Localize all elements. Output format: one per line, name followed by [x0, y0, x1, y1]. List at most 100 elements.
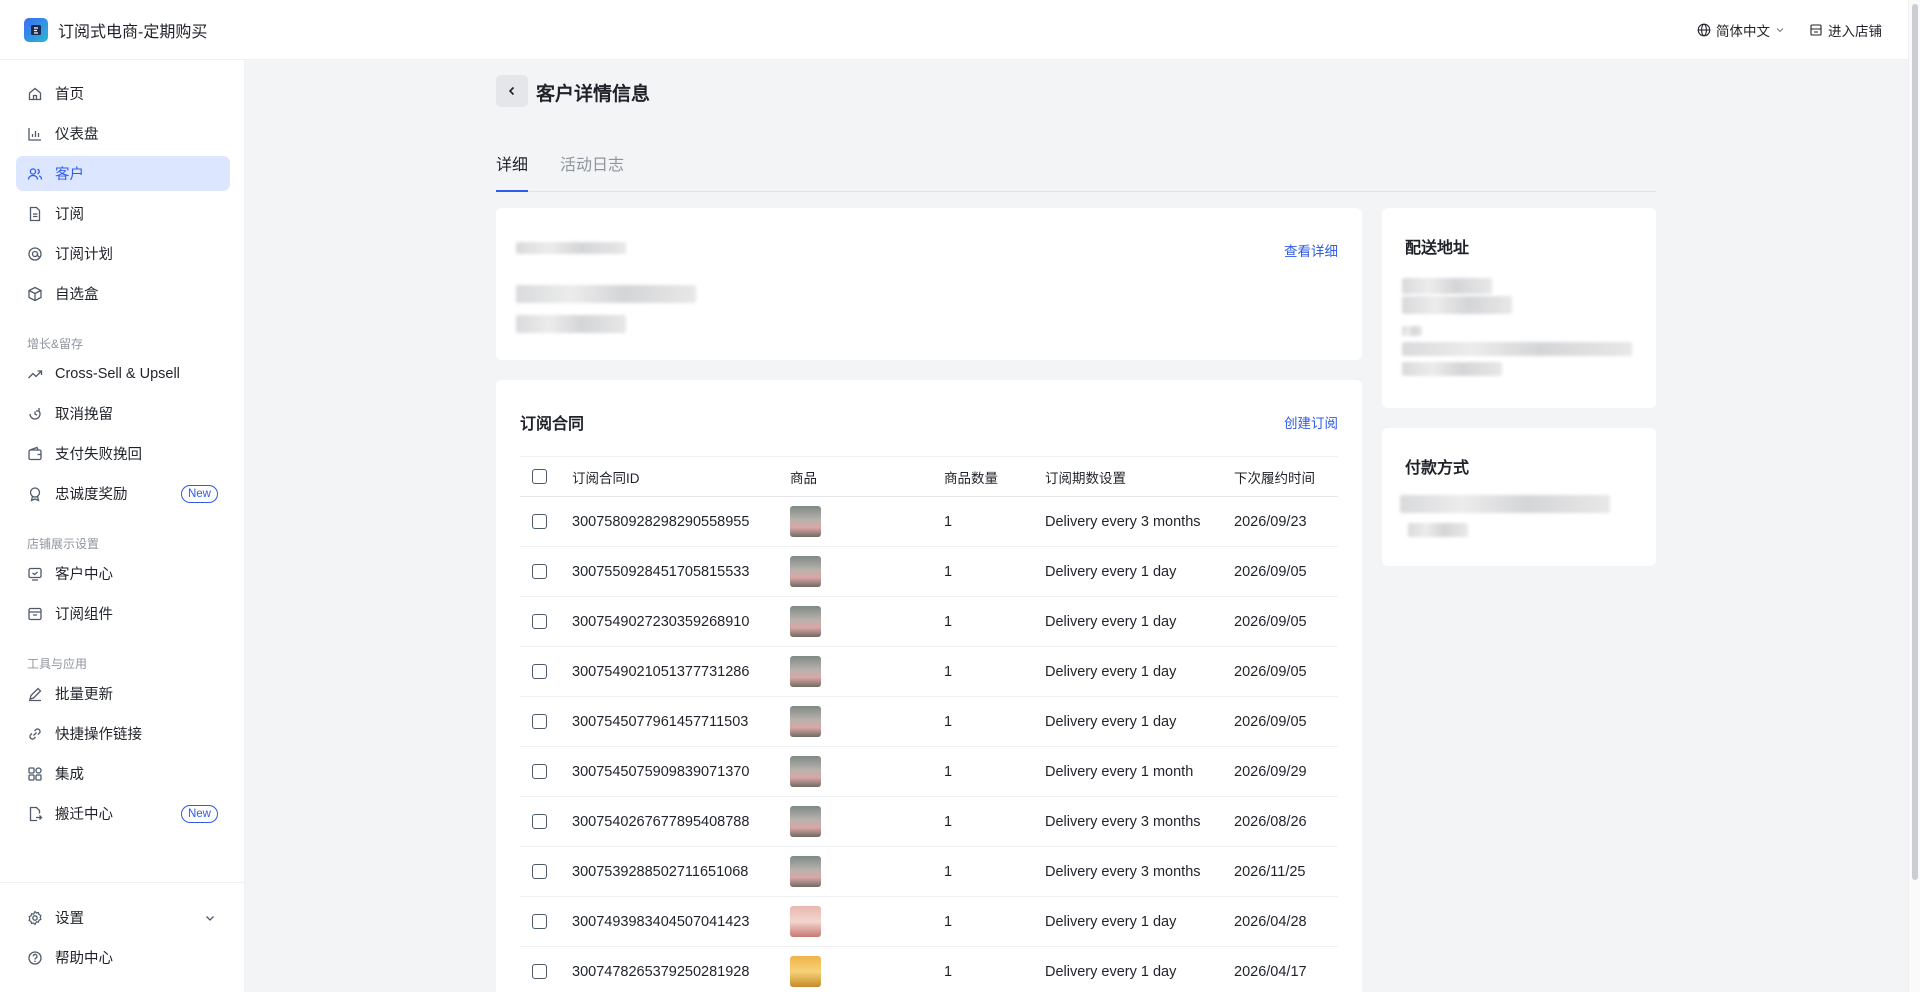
table-row[interactable]: 3007539288502711651068 1 Delivery every 3 … — [520, 846, 1338, 897]
row-checkbox[interactable] — [532, 964, 547, 980]
enter-store-label: 进入店铺 — [1828, 23, 1882, 39]
column-header-product: 商品 — [790, 456, 944, 497]
create-subscription-link[interactable]: 创建订阅 — [1284, 412, 1338, 432]
product-thumbnail — [790, 956, 821, 987]
contract-id-cell[interactable]: 3007478265379250281928 — [572, 946, 790, 992]
contract-id-cell[interactable]: 3007549027230359268910 — [572, 596, 790, 647]
sidebar-item-home[interactable]: 首页 — [16, 76, 230, 111]
sidebar-item-quick-links[interactable]: 快捷操作链接 — [16, 716, 230, 751]
contract-id-cell[interactable]: 3007545075909839071370 — [572, 746, 790, 797]
sidebar-item-label: 订阅计划 — [55, 247, 113, 263]
row-checkbox[interactable] — [532, 914, 547, 930]
award-icon — [29, 486, 41, 502]
sidebar-item-migration[interactable]: 搬迁中心 New — [16, 796, 230, 831]
table-row[interactable]: 3007580928298290558955 1 Delivery every 3 … — [520, 496, 1338, 547]
chevron-down-icon — [1776, 27, 1784, 32]
column-header-quantity: 商品数量 — [944, 456, 1045, 497]
sidebar-item-label: 帮助中心 — [55, 951, 113, 967]
table-row[interactable]: 3007478265379250281928 1 Delivery every 1 … — [520, 946, 1338, 992]
table-row[interactable]: 3007549027230359268910 1 Delivery every 1 … — [520, 596, 1338, 647]
row-checkbox[interactable] — [532, 714, 547, 730]
contract-id-cell[interactable]: 3007549021051377731286 — [572, 646, 790, 697]
apps-icon — [28, 766, 42, 781]
chevron-down-icon — [206, 915, 214, 921]
store-icon — [1810, 23, 1822, 36]
chevron-left-icon — [508, 86, 515, 96]
page-title: 客户详情信息 — [536, 84, 651, 105]
customer-info-card: 查看详细 — [496, 208, 1362, 360]
product-thumbnail — [790, 606, 821, 637]
row-checkbox[interactable] — [532, 814, 547, 830]
back-button[interactable] — [496, 75, 528, 107]
sidebar-item-customers[interactable]: 客户 — [16, 156, 230, 191]
sidebar-item-label: Cross-Sell & Upsell — [55, 365, 180, 382]
page-scrollbar[interactable] — [1908, 0, 1920, 992]
row-checkbox[interactable] — [532, 614, 547, 630]
sidebar-item-customer-portal[interactable]: 客户中心 — [16, 556, 230, 591]
row-checkbox[interactable] — [532, 564, 547, 580]
sidebar-item-label: 忠诚度奖励 — [55, 487, 128, 503]
sidebar-item-loyalty[interactable]: 忠诚度奖励 New — [16, 476, 230, 511]
table-row[interactable]: 3007545075909839071370 1 Delivery every 1 … — [520, 746, 1338, 797]
app-title: 订阅式电商-定期购买 — [58, 23, 208, 41]
sidebar-item-label: 取消挽留 — [55, 407, 113, 423]
sidebar-item-subscription-widget[interactable]: 订阅组件 — [16, 596, 230, 631]
contract-id-cell[interactable]: 3007540267677895408788 — [572, 796, 790, 847]
contract-id-cell[interactable]: 3007493983404507041423 — [572, 896, 790, 947]
table-row[interactable]: 3007493983404507041423 1 Delivery every 1 … — [520, 896, 1338, 947]
view-details-link[interactable]: 查看详细 — [1284, 240, 1338, 260]
product-thumbnail — [790, 906, 821, 937]
sidebar-item-settings[interactable]: 设置 — [16, 900, 230, 935]
tab-details[interactable]: 详细 — [496, 150, 529, 192]
plan-cell: Delivery every 1 day — [1045, 546, 1234, 597]
sidebar-item-custom-box[interactable]: 自选盒 — [16, 276, 230, 311]
sidebar-item-subscription-plans[interactable]: 订阅计划 — [16, 236, 230, 271]
migrate-icon — [29, 806, 43, 821]
table-row[interactable]: 3007540267677895408788 1 Delivery every 3 … — [520, 796, 1338, 847]
plan-icon — [28, 246, 42, 261]
sidebar-item-integrations[interactable]: 集成 — [16, 756, 230, 791]
quantity-cell: 1 — [944, 896, 1045, 947]
row-checkbox[interactable] — [532, 764, 547, 780]
enter-store-button[interactable]: 进入店铺 — [1809, 20, 1882, 40]
redacted-address-line — [1402, 278, 1492, 294]
sidebar-item-cancel-retention[interactable]: 取消挽留 — [16, 396, 230, 431]
table-row[interactable]: 3007545077961457711503 1 Delivery every 1 … — [520, 696, 1338, 747]
new-badge: New — [180, 484, 218, 503]
sidebar-item-payment-recovery[interactable]: 支付失败挽回 — [16, 436, 230, 471]
sidebar-item-dashboard[interactable]: 仪表盘 — [16, 116, 230, 151]
redacted-address-line — [1402, 296, 1512, 314]
table-row[interactable]: 3007550928451705815533 1 Delivery every 1 … — [520, 546, 1338, 597]
language-selector[interactable]: 简体中文 — [1697, 20, 1785, 40]
quantity-cell: 1 — [944, 596, 1045, 647]
sidebar-item-subscriptions[interactable]: 订阅 — [16, 196, 230, 231]
select-all-checkbox[interactable] — [532, 469, 547, 485]
scrollbar-thumb[interactable] — [1912, 4, 1918, 880]
sidebar-item-cross-sell[interactable]: Cross-Sell & Upsell — [16, 356, 230, 391]
next-date-cell: 2026/09/05 — [1234, 546, 1338, 597]
top-bar: 订阅式电商-定期购买 简体中文 进入店铺 — [0, 0, 1908, 60]
product-thumbnail — [790, 556, 821, 587]
tab-activity-log[interactable]: 活动日志 — [560, 150, 624, 192]
subscription-contracts-card: 订阅合同 创建订阅 订阅合同ID 商品 商品数量 订阅期数设置 下次履约时间 3… — [496, 380, 1362, 992]
plan-cell: Delivery every 1 day — [1045, 946, 1234, 992]
sidebar-item-label: 订阅组件 — [55, 607, 113, 623]
box-icon — [28, 286, 42, 301]
quantity-cell: 1 — [944, 796, 1045, 847]
contract-id-cell[interactable]: 3007545077961457711503 — [572, 696, 790, 747]
next-date-cell: 2026/09/05 — [1234, 646, 1338, 697]
column-header-next-date: 下次履约时间 — [1234, 456, 1338, 497]
table-header-row: 订阅合同ID 商品 商品数量 订阅期数设置 下次履约时间 — [520, 456, 1338, 497]
contract-id-cell[interactable]: 3007550928451705815533 — [572, 546, 790, 597]
language-label: 简体中文 — [1716, 23, 1770, 39]
row-checkbox[interactable] — [532, 864, 547, 880]
row-checkbox[interactable] — [532, 514, 547, 530]
contract-id-cell[interactable]: 3007580928298290558955 — [572, 496, 790, 547]
row-checkbox[interactable] — [532, 664, 547, 680]
redacted-customer-phone — [516, 315, 626, 333]
quantity-cell: 1 — [944, 946, 1045, 992]
contract-id-cell[interactable]: 3007539288502711651068 — [572, 846, 790, 897]
table-row[interactable]: 3007549021051377731286 1 Delivery every 1 … — [520, 646, 1338, 697]
sidebar-item-bulk-update[interactable]: 批量更新 — [16, 676, 230, 711]
sidebar-item-help-center[interactable]: 帮助中心 — [16, 940, 230, 975]
